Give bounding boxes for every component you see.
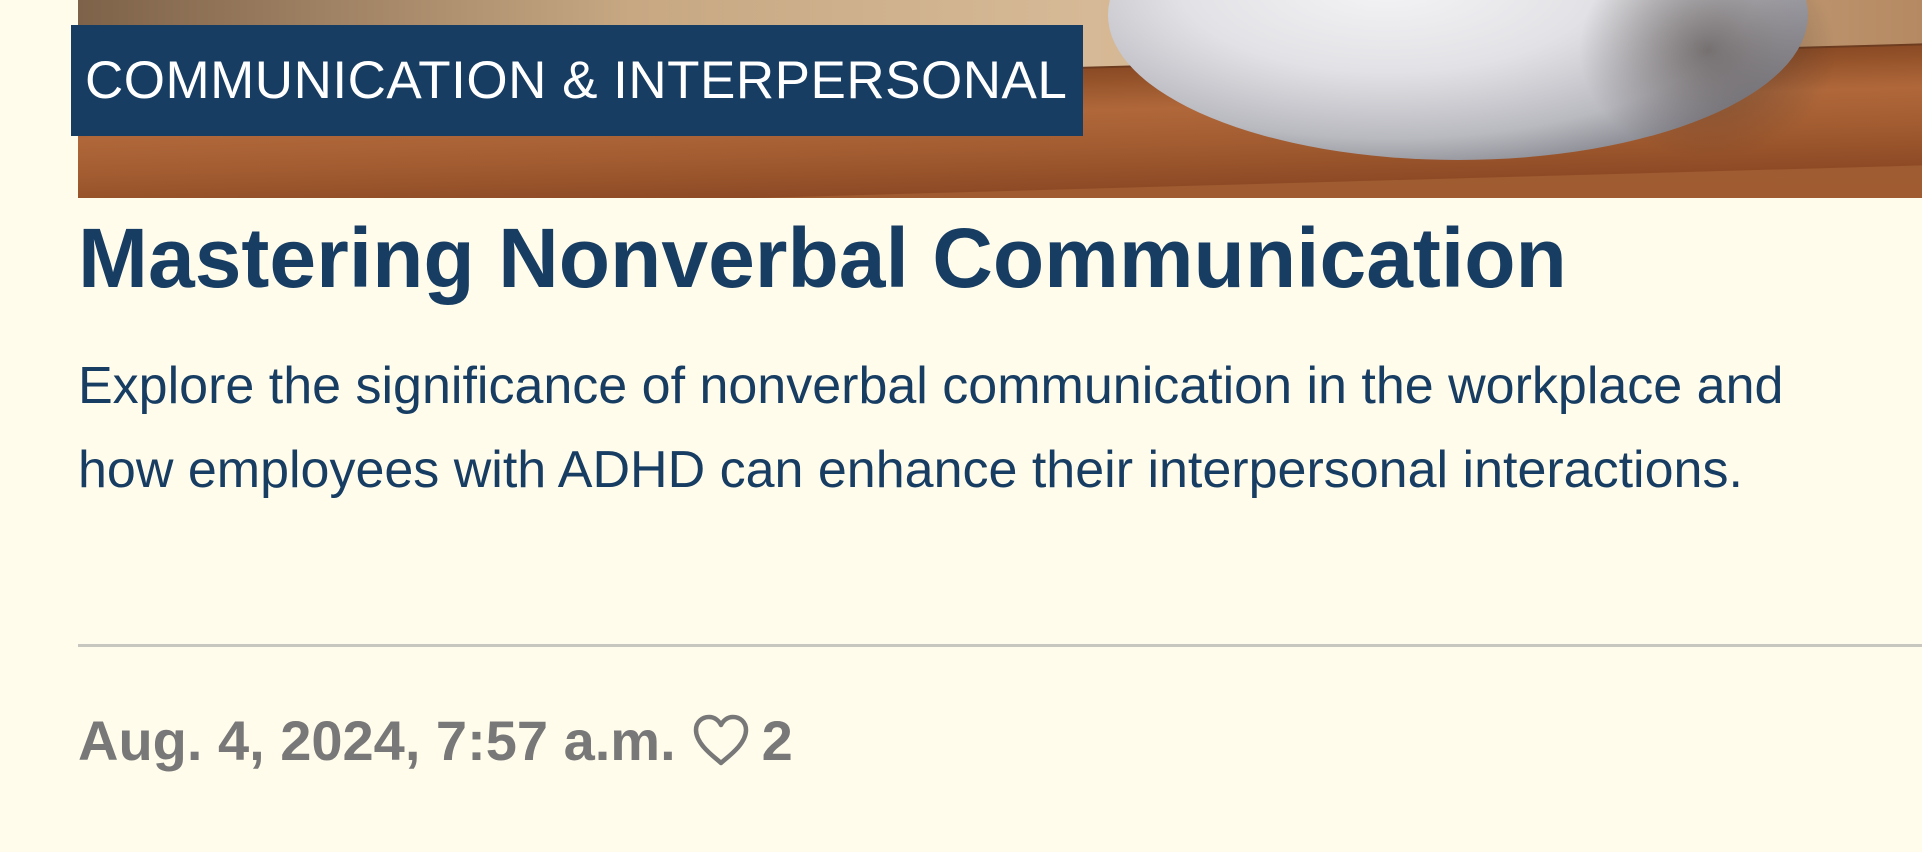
publish-date: Aug. 4, 2024, 7:57 a.m.: [78, 708, 676, 772]
article-meta: Aug. 4, 2024, 7:57 a.m. 2: [78, 700, 793, 780]
article-title[interactable]: Mastering Nonverbal Communication: [78, 208, 1567, 308]
like-count: 2: [761, 708, 793, 772]
divider: [78, 644, 1922, 647]
like-button[interactable]: 2: [692, 708, 793, 773]
category-badge[interactable]: COMMUNICATION & INTERPERSONAL: [71, 25, 1084, 136]
heart-outline-icon[interactable]: [692, 713, 750, 767]
article-card[interactable]: COMMUNICATION & INTERPERSONAL Mastering …: [71, 0, 1922, 852]
article-excerpt: Explore the significance of nonverbal co…: [78, 357, 1784, 499]
